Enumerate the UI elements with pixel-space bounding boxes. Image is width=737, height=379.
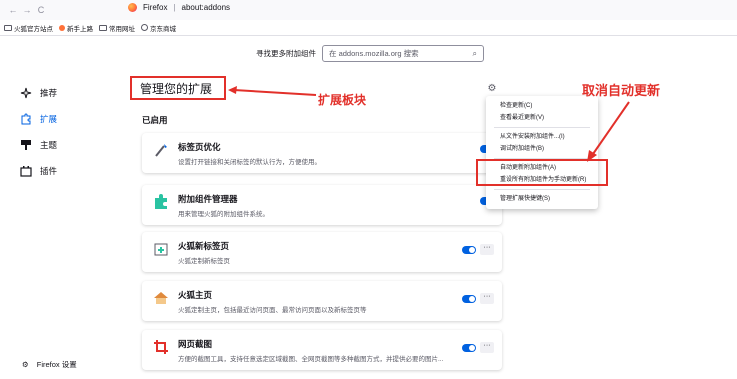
auto-update-highlight-box [476,159,608,186]
extension-description: 火狐定制新标签页 [178,258,230,265]
sidebar-item-themes[interactable]: 主题 [20,132,120,158]
extension-name: 标签页优化 [178,142,221,152]
browser-toolbar: ← → C Firefox | about:addons [0,0,737,20]
extension-card[interactable]: 网页截图 方便的截图工具，支持任意选定区域截图、全网页截图等多种截图方式，并提供… [142,330,502,370]
enable-toggle[interactable] [462,343,476,352]
url-separator: | [173,3,176,12]
addons-search-input[interactable]: 在 addons.mozilla.org 搜索 ⌕ [322,45,484,62]
search-icon: ⌕ [472,48,477,58]
tab-tweak-icon [152,141,170,159]
sidebar-item-recommendations[interactable]: 推荐 [20,80,120,106]
puzzle-icon [20,113,32,125]
more-options-button[interactable]: ··· [480,293,494,304]
tools-dropdown-menu: 检查更新(C) 查看最近更新(V) 从文件安装附加组件...(I) 调试附加组件… [486,96,598,209]
category-sidebar: 推荐 扩展 主题 插件 [20,80,120,184]
enable-toggle[interactable] [462,294,476,303]
section-heading-enabled: 已启用 [142,115,168,125]
annotation-extension-section: 扩展板块 [318,93,367,107]
more-options-button[interactable]: ··· [480,342,494,353]
bookmarks-bar: 火狐官方站点 新手上路 常用网址 京东商城 [0,20,737,36]
puzzle-icon [152,193,170,211]
extension-card[interactable]: 标签页优化 设置打开链接和关闭标签的默认行为，方便使用。 [142,133,502,173]
extension-description: 火狐定制主页，包括最近访问页面、最常访问页面以及新标签页等 [178,307,367,314]
extension-name: 火狐新标签页 [178,241,230,251]
bookmark-item[interactable]: 京东商城 [141,23,176,33]
bookmark-item[interactable]: 火狐官方站点 [4,23,53,33]
more-options-button[interactable]: ··· [480,244,494,255]
reload-icon[interactable]: C [34,5,48,15]
folder-icon [99,24,107,31]
sidebar-item-extensions[interactable]: 扩展 [20,106,120,132]
extension-name: 网页截图 [178,339,213,349]
globe-icon [141,24,148,31]
extension-name: 火狐主页 [178,290,213,300]
home-icon [152,289,170,307]
menu-divider [494,127,590,128]
gear-icon: ⚙ [22,360,29,369]
screenshot-crop-icon [152,338,170,356]
bookmark-item[interactable]: 常用网址 [99,23,135,33]
page-title: 管理您的扩展 [130,76,226,100]
menu-item-install-from-file[interactable]: 从文件安装附加组件...(I) [486,131,598,143]
find-more-label: 寻找更多附加组件 [256,49,316,58]
forward-icon[interactable]: → [20,5,34,15]
url-text[interactable]: about:addons [182,3,231,12]
new-tab-icon [152,240,170,258]
find-more-addons: 寻找更多附加组件 在 addons.mozilla.org 搜索 ⌕ [256,45,484,62]
extension-description: 设置打开链接和关闭标签的默认行为，方便使用。 [178,159,321,166]
extension-card[interactable]: 火狐新标签页 火狐定制新标签页 ··· [142,232,502,272]
firefox-settings-link[interactable]: ⚙ Firefox 设置 [22,359,77,370]
tools-gear-button[interactable]: ⚙ [485,82,499,96]
firefox-logo-icon [128,3,137,12]
url-bar[interactable]: Firefox | about:addons [128,3,230,12]
menu-item-manage-shortcuts[interactable]: 管理扩展快捷键(S) [486,193,598,205]
extension-name: 附加组件管理器 [178,194,238,204]
tab-title: Firefox [143,3,168,12]
enable-toggle[interactable] [462,245,476,254]
extension-card[interactable]: 火狐主页 火狐定制主页，包括最近访问页面、最常访问页面以及新标签页等 ··· [142,281,502,321]
menu-item-view-recent-updates[interactable]: 查看最近更新(V) [486,112,598,124]
plugin-icon [20,165,32,177]
firefox-icon [59,24,65,31]
extension-description: 方便的截图工具，支持任意选定区域截图、全网页截图等多种截图方式，并提供必要的图片… [178,356,444,363]
arrow-to-auto-update [587,101,630,162]
brush-icon [20,139,32,151]
sidebar-item-plugins[interactable]: 插件 [20,158,120,184]
sparkle-icon [20,87,32,99]
extension-card[interactable]: 附加组件管理器 用来管理火狐的附加组件系统。 [142,185,502,225]
annotation-cancel-auto-update: 取消自动更新 [582,83,661,98]
folder-icon [4,24,12,31]
menu-item-check-updates[interactable]: 检查更新(C) [486,100,598,112]
back-icon[interactable]: ← [6,5,20,15]
arrow-to-title [228,86,317,96]
extension-description: 用来管理火狐的附加组件系统。 [178,211,269,218]
menu-item-debug-addons[interactable]: 调试附加组件(B) [486,143,598,155]
bookmark-item[interactable]: 新手上路 [59,23,93,33]
menu-divider [494,189,590,190]
